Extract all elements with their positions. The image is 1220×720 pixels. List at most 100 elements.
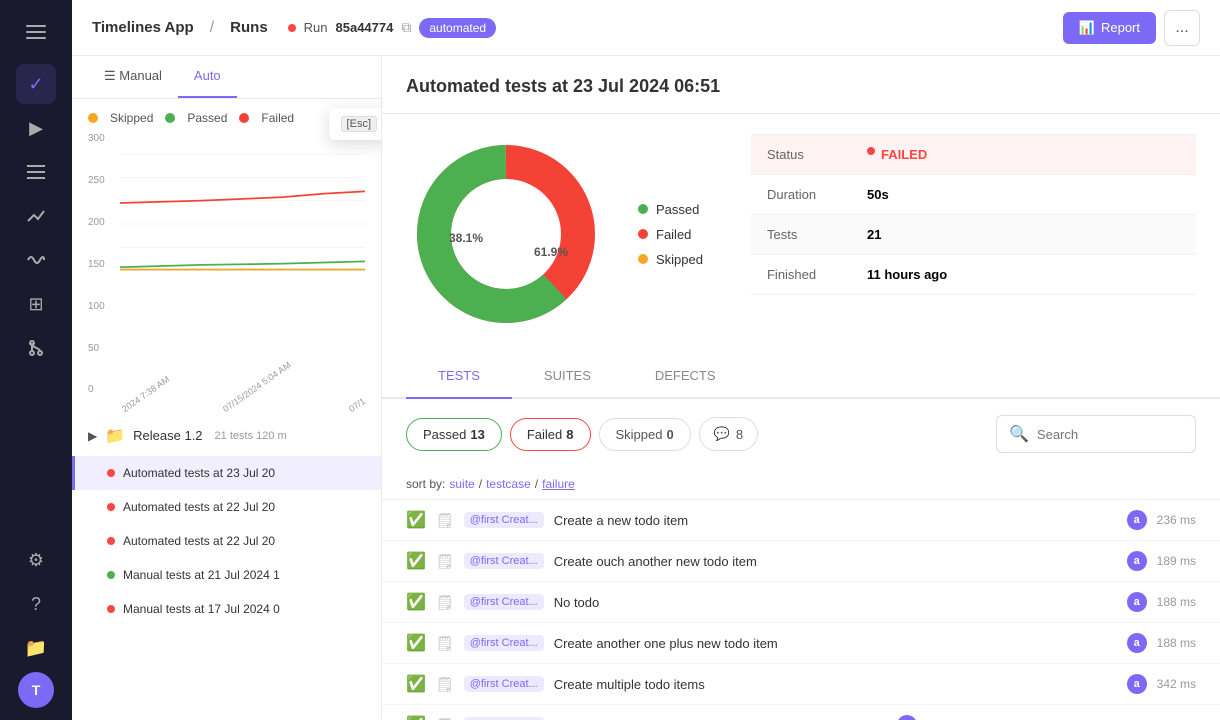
sort-label: sort by: <box>406 477 445 491</box>
right-panel: Automated tests at 23 Jul 2024 06:51 38.… <box>382 56 1220 720</box>
tab-suites[interactable]: SUITES <box>512 354 623 399</box>
popup-overlay: ✕ [Esc] <box>329 108 382 140</box>
donut-chart: 38.1% 61.9% <box>406 134 606 334</box>
more-button[interactable]: ... <box>1164 10 1200 46</box>
skipped-legend-label: Skipped <box>110 111 153 125</box>
sort-testcase-link[interactable]: testcase <box>486 477 531 491</box>
passed-legend-label: Passed <box>187 111 227 125</box>
chart-container: 0 50 100 150 200 250 300 <box>88 133 365 416</box>
wave-icon[interactable] <box>16 240 56 280</box>
table-icon[interactable]: ⊞ <box>16 284 56 324</box>
run-item[interactable]: Automated tests at 22 Jul 20 <box>72 524 381 558</box>
suite-badge: @first Creat... <box>464 635 544 651</box>
passed-filter-label: Passed <box>423 427 466 442</box>
y-label-0: 0 <box>88 384 116 395</box>
hamburger-icon[interactable] <box>16 12 56 52</box>
play-icon[interactable]: ▶ <box>16 108 56 148</box>
sort-bar: sort by: suite / testcase / failure <box>382 469 1220 500</box>
test-duration: 188 ms <box>1157 636 1196 650</box>
user-badge: a <box>1127 551 1147 571</box>
branch-icon[interactable] <box>16 328 56 368</box>
status-table: Status FAILED Duration 50s Tests 21 Fini… <box>751 134 1196 334</box>
tests-value: 21 <box>867 227 881 242</box>
filter-bar: Passed 13 Failed 8 Skipped 0 💬 8 🔍 <box>382 399 1220 469</box>
test-item[interactable]: ✅ 🗒 @first Creat... Create a new todo it… <box>382 500 1220 541</box>
help-icon[interactable]: ? <box>16 584 56 624</box>
test-name: Create multiple todo items <box>554 677 1117 692</box>
status-failed-dot <box>867 147 875 155</box>
checklist-icon[interactable] <box>16 152 56 192</box>
passed-label: Passed <box>656 202 699 217</box>
user-badge: a <box>1127 674 1147 694</box>
run-group-header[interactable]: ▶ 📁 Release 1.2 21 tests 120 m <box>72 416 381 456</box>
run-item[interactable]: Automated tests at 23 Jul 20 <box>72 456 381 490</box>
copy-icon[interactable]: ⧉ <box>401 19 411 36</box>
settings-icon[interactable]: ⚙ <box>16 540 56 580</box>
panel-header: Automated tests at 23 Jul 2024 06:51 <box>382 56 1220 114</box>
content-area: ☰ Manual Auto ✕ [Esc] Skipped Pas <box>72 56 1220 720</box>
chart-area: Skipped Passed Failed 0 50 100 150 200 2… <box>72 99 381 416</box>
failed-dot <box>638 229 648 239</box>
test-duration: 188 ms <box>1157 595 1196 609</box>
chat-count: 8 <box>736 427 743 442</box>
trending-icon[interactable] <box>16 196 56 236</box>
tab-defects[interactable]: DEFECTS <box>623 354 748 399</box>
avatar[interactable]: T <box>18 672 54 708</box>
run-item[interactable]: Automated tests at 22 Jul 20 <box>72 490 381 524</box>
x-label-3: 07/1 <box>347 395 367 413</box>
suite-icon: 🗒 <box>436 676 454 693</box>
filter-failed-button[interactable]: Failed 8 <box>510 418 591 451</box>
finished-key: Finished <box>767 267 867 282</box>
failed-legend-dot <box>239 113 249 123</box>
svg-text:38.1%: 38.1% <box>449 231 483 245</box>
passed-legend-dot <box>165 113 175 123</box>
topbar: Timelines App / Runs Run 85a44774 ⧉ auto… <box>72 0 1220 56</box>
user-badge: a <box>1127 510 1147 530</box>
tab-tests[interactable]: TESTS <box>406 354 512 399</box>
test-item[interactable]: ✅ 🗒 @first Creat... Create another one p… <box>382 623 1220 664</box>
run-id: 85a44774 <box>336 20 394 35</box>
search-input[interactable] <box>1037 427 1183 442</box>
panel-tabs: TESTS SUITES DEFECTS <box>382 354 1220 399</box>
search-icon: 🔍 <box>1009 424 1029 444</box>
search-box[interactable]: 🔍 <box>996 415 1196 453</box>
y-label-200: 200 <box>88 217 116 228</box>
suite-badge: @first Creat... <box>464 676 544 692</box>
test-item[interactable]: ✅ 🗒 @first Creat... Create multiple todo… <box>382 664 1220 705</box>
run-item[interactable]: Manual tests at 21 Jul 2024 1 <box>72 558 381 592</box>
failed-count: 8 <box>566 427 573 442</box>
pass-icon: ✅ <box>406 592 426 612</box>
run-group-name: Release 1.2 <box>133 428 202 443</box>
report-button[interactable]: 📊 Report <box>1063 12 1156 44</box>
suite-icon: 🗒 <box>436 717 454 720</box>
chat-button[interactable]: 💬 8 <box>699 417 758 451</box>
filter-skipped-button[interactable]: Skipped 0 <box>599 418 691 451</box>
filter-passed-button[interactable]: Passed 13 <box>406 418 502 451</box>
run-status-indicator <box>107 605 115 613</box>
sort-failure-link[interactable]: failure <box>542 477 575 491</box>
suite-badge: @first Creat... <box>464 594 544 610</box>
tab-auto[interactable]: Auto <box>178 56 237 98</box>
run-item[interactable]: Manual tests at 17 Jul 2024 0 <box>72 592 381 626</box>
tab-manual[interactable]: ☰ Manual <box>88 56 178 98</box>
donut-legend: Passed Failed Skipped <box>630 134 703 334</box>
test-duration: 236 ms <box>1157 513 1196 527</box>
test-name: Create another one plus new todo item <box>554 636 1117 651</box>
skipped-dot <box>638 254 648 264</box>
skipped-label: Skipped <box>656 252 703 267</box>
check-icon[interactable]: ✓ <box>16 64 56 104</box>
test-item[interactable]: ✅ 🗒 @first Creat... No todo a 188 ms <box>382 582 1220 623</box>
pass-icon: ✅ <box>406 551 426 571</box>
manual-tab-icon: ☰ <box>104 68 116 83</box>
folder-icon: 📁 <box>105 426 125 446</box>
skipped-legend: Skipped <box>638 252 703 267</box>
failed-label: Failed <box>656 227 691 242</box>
run-item-name: Manual tests at 21 Jul 2024 1 <box>123 568 365 582</box>
folder-icon[interactable]: 📁 <box>16 628 56 668</box>
sort-suite-link[interactable]: suite <box>449 477 474 491</box>
run-item-name: Automated tests at 22 Jul 20 <box>123 534 365 548</box>
test-item[interactable]: ✅ 🗒 @first Creat... Todos containing wei… <box>382 705 1220 720</box>
skipped-filter-label: Skipped <box>616 427 663 442</box>
test-item[interactable]: ✅ 🗒 @first Creat... Create ouch another … <box>382 541 1220 582</box>
failed-legend-label: Failed <box>261 111 294 125</box>
